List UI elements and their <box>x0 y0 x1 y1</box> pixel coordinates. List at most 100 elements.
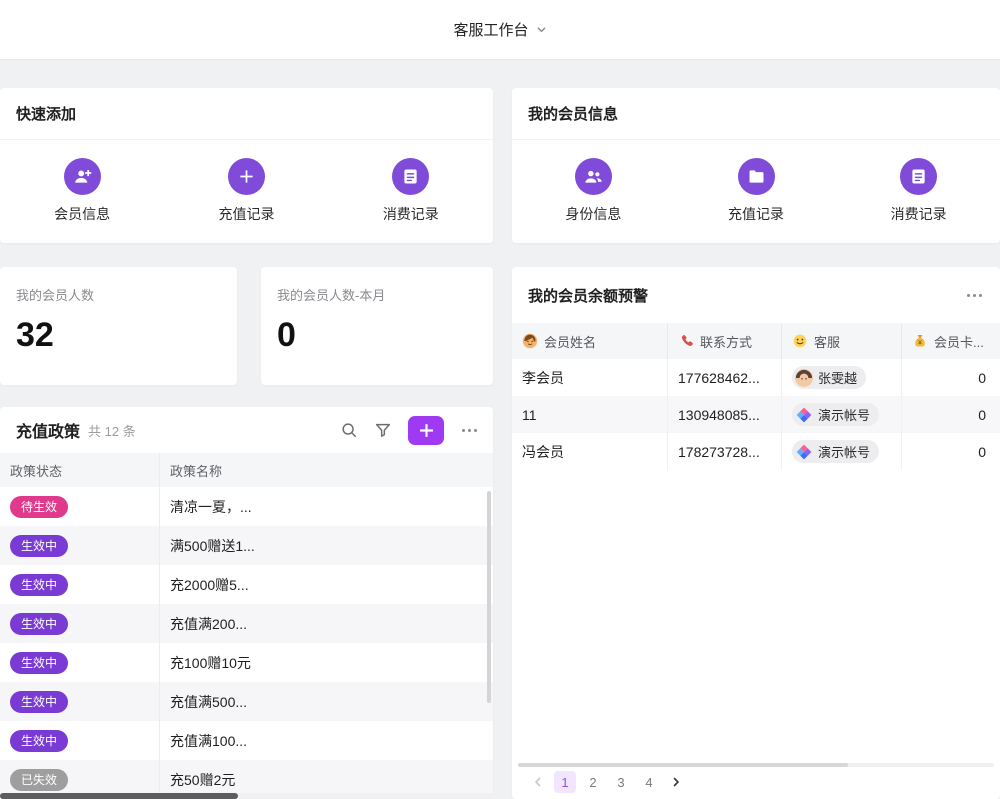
page-button-4[interactable]: 4 <box>638 771 660 793</box>
my-member-info-title: 我的会员信息 <box>512 88 1000 140</box>
recharge-record-item[interactable]: 充值记录 <box>675 158 838 224</box>
more-menu-icon[interactable] <box>965 290 984 301</box>
member-row[interactable]: 李会员 177628462... 张雯越 0 <box>512 359 1000 396</box>
column-header-contact: 联系方式 <box>668 323 782 359</box>
svg-text:¥: ¥ <box>918 340 922 347</box>
page-button-1[interactable]: 1 <box>554 771 576 793</box>
moneybag-icon: ¥ <box>912 333 928 349</box>
page-button-2[interactable]: 2 <box>582 771 604 793</box>
member-service-cell: 张雯越 <box>782 359 902 396</box>
identity-info-label: 身份信息 <box>565 204 621 224</box>
stat-label: 我的会员人数 <box>16 285 221 304</box>
column-header-status: 政策状态 <box>0 453 160 487</box>
member-name-cell: 11 <box>512 396 668 433</box>
record-count: 共 12 条 <box>88 421 136 440</box>
policy-row[interactable]: 生效中 充值满500... <box>0 682 493 721</box>
member-row[interactable]: 冯会员 178273728... 演示帐号 0 <box>512 433 1000 470</box>
column-header-name: 政策名称 <box>160 453 493 487</box>
balance-warning-title: 我的会员余额预警 <box>528 285 648 306</box>
stat-value: 0 <box>277 316 477 355</box>
page-button-3[interactable]: 3 <box>610 771 632 793</box>
quick-add-recharge-record-label: 充值记录 <box>218 204 274 224</box>
policy-horizontal-scrollbar-thumb[interactable] <box>0 793 238 799</box>
member-service-cell: 演示帐号 <box>782 396 902 433</box>
policy-row[interactable]: 待生效 清凉一夏，... <box>0 487 493 526</box>
chevron-down-icon <box>536 24 547 35</box>
column-header-member-name: 会员姓名 <box>512 323 668 359</box>
member-phone-cell: 130948085... <box>668 396 782 433</box>
policy-name-cell: 满500赠送1... <box>160 526 493 565</box>
plus-icon <box>228 158 265 195</box>
member-service-cell: 演示帐号 <box>782 433 902 470</box>
member-balance-cell: 0 <box>902 359 1000 396</box>
horizontal-scrollbar-thumb[interactable] <box>518 763 848 767</box>
service-logo-avatar <box>795 443 813 461</box>
service-user-pill: 演示帐号 <box>792 403 879 426</box>
service-user-pill: 张雯越 <box>792 366 866 389</box>
phone-icon <box>678 333 694 349</box>
quick-add-actions: 会员信息 充值记录 消费记录 <box>0 140 493 242</box>
add-record-button[interactable] <box>408 416 444 445</box>
service-name: 张雯越 <box>818 368 857 387</box>
status-badge: 待生效 <box>10 496 68 518</box>
policy-horizontal-scrollbar[interactable] <box>0 793 493 799</box>
my-member-info-actions: 身份信息 充值记录 消费记录 <box>512 140 1000 242</box>
receipt-icon <box>900 158 937 195</box>
policy-row[interactable]: 生效中 充值满100... <box>0 721 493 760</box>
column-header-member-card: ¥ 会员卡... <box>902 323 1000 359</box>
service-name: 演示帐号 <box>818 442 870 461</box>
member-name-cell: 冯会员 <box>512 433 668 470</box>
quick-add-consume-record-label: 消费记录 <box>383 204 439 224</box>
column-header-service: 客服 <box>782 323 902 359</box>
status-badge: 生效中 <box>10 730 68 752</box>
policy-name-cell: 充值满500... <box>160 682 493 721</box>
stat-value: 32 <box>16 316 221 355</box>
policy-row[interactable]: 生效中 充2000赠5... <box>0 565 493 604</box>
policy-name-cell: 充值满100... <box>160 721 493 760</box>
stat-card-member-count: 我的会员人数 32 <box>0 267 237 385</box>
consume-record-label: 消费记录 <box>891 204 947 224</box>
prev-page-icon[interactable] <box>528 771 548 793</box>
search-icon[interactable] <box>340 421 358 439</box>
status-badge: 生效中 <box>10 691 68 713</box>
quick-add-member-info[interactable]: 会员信息 <box>0 158 164 224</box>
member-balance-cell: 0 <box>902 433 1000 470</box>
consume-record-item[interactable]: 消费记录 <box>837 158 1000 224</box>
policy-name-cell: 充值满200... <box>160 604 493 643</box>
policy-row[interactable]: 生效中 充值满200... <box>0 604 493 643</box>
top-bar: 客服工作台 <box>0 0 1000 60</box>
policy-table-header: 政策状态 政策名称 <box>0 453 493 487</box>
more-menu-icon[interactable] <box>460 425 479 436</box>
member-balance-cell: 0 <box>902 396 1000 433</box>
identity-info-item[interactable]: 身份信息 <box>512 158 675 224</box>
recharge-policy-card: 充值政策 共 12 条 政策状态 政策名称 待生效 清凉一夏，... 生效中 满… <box>0 407 493 799</box>
horizontal-scrollbar[interactable] <box>518 763 994 767</box>
policy-row[interactable]: 生效中 充100赠10元 <box>0 643 493 682</box>
service-user-pill: 演示帐号 <box>792 440 879 463</box>
balance-table-body: 李会员 177628462... 张雯越 0 11 130948085... <box>512 359 1000 470</box>
member-name-cell: 李会员 <box>512 359 668 396</box>
receipt-icon <box>392 158 429 195</box>
quick-add-recharge-record[interactable]: 充值记录 <box>164 158 328 224</box>
policy-row[interactable]: 生效中 满500赠送1... <box>0 526 493 565</box>
policy-name-cell: 清凉一夏，... <box>160 487 493 526</box>
status-badge: 生效中 <box>10 535 68 557</box>
status-badge: 生效中 <box>10 574 68 596</box>
balance-warning-card: 我的会员余额预警 会员姓名 联系方式 客服 ¥ 会员卡... 李会员 17762… <box>512 267 1000 799</box>
quick-add-consume-record[interactable]: 消费记录 <box>329 158 493 224</box>
member-row[interactable]: 11 130948085... 演示帐号 0 <box>512 396 1000 433</box>
service-avatar <box>795 369 813 387</box>
member-phone-cell: 178273728... <box>668 433 782 470</box>
pagination: 1 2 3 4 <box>528 771 686 793</box>
policy-name-cell: 充2000赠5... <box>160 565 493 604</box>
next-page-icon[interactable] <box>666 771 686 793</box>
stat-label: 我的会员人数-本月 <box>277 285 477 304</box>
quick-add-title: 快速添加 <box>0 88 493 140</box>
service-logo-avatar <box>795 406 813 424</box>
quick-add-card: 快速添加 会员信息 充值记录 消费记录 <box>0 88 493 243</box>
filter-icon[interactable] <box>374 421 392 439</box>
smiley-icon <box>792 333 808 349</box>
quick-add-member-info-label: 会员信息 <box>54 204 110 224</box>
app-title-dropdown[interactable]: 客服工作台 <box>453 19 546 40</box>
vertical-scrollbar-thumb[interactable] <box>487 491 491 703</box>
